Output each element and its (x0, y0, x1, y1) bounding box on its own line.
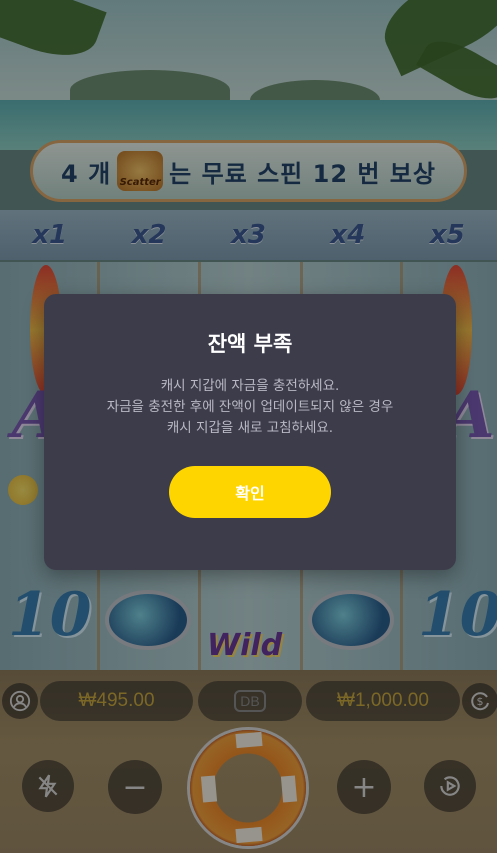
insufficient-balance-dialog: 잔액 부족 캐시 지갑에 자금을 충전하세요. 자금을 충전한 후에 잔액이 업… (44, 294, 456, 570)
dialog-message-line: 캐시 지갑을 새로 고침하세요. (166, 420, 334, 436)
dialog-message-line: 캐시 지갑에 자금을 충전하세요. (160, 378, 340, 394)
dialog-message-line: 자금을 충전한 후에 잔액이 업데이트되지 않은 경우 (106, 399, 394, 415)
confirm-button[interactable]: 확인 (169, 466, 331, 518)
dialog-message: 캐시 지갑에 자금을 충전하세요. 자금을 충전한 후에 잔액이 업데이트되지 … (64, 376, 436, 439)
dialog-title: 잔액 부족 (207, 332, 293, 356)
